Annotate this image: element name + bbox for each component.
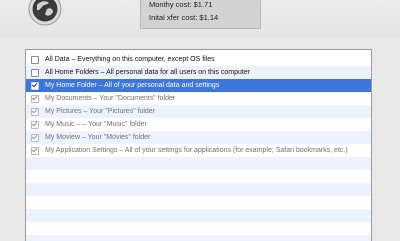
list-item[interactable]: All Data – Everything on this computer, … bbox=[26, 53, 371, 66]
list-item[interactable]: My Application Settings – All of your se… bbox=[26, 144, 371, 157]
list-item[interactable]: My Documents – Your "Documents" folder bbox=[26, 92, 371, 105]
list-item-label: All Data – Everything on this computer, … bbox=[45, 56, 215, 63]
list-item-label: My Documents – Your "Documents" folder bbox=[45, 95, 176, 102]
list-item-label: My Music – – Your "Music" folder bbox=[45, 121, 147, 128]
empty-row bbox=[26, 235, 371, 241]
empty-row bbox=[26, 209, 371, 222]
backup-selection-list[interactable]: All Data – Everything on this computer, … bbox=[25, 49, 372, 241]
checkbox[interactable] bbox=[31, 95, 39, 103]
list-item-label: My Moview – Your "Movies" folder bbox=[45, 134, 151, 141]
list-item[interactable]: My Moview – Your "Movies" folder bbox=[26, 131, 371, 144]
globe-icon bbox=[28, 0, 62, 26]
initial-cost-text: Inital xfer cost: $1.14 bbox=[149, 13, 219, 22]
list-item[interactable]: All Home Folders – All personal data for… bbox=[26, 66, 371, 79]
cost-summary-box: Monthy cost: $1.71 Inital xfer cost: $1.… bbox=[140, 0, 261, 29]
checkbox[interactable] bbox=[31, 56, 39, 64]
list-item[interactable]: My Music – – Your "Music" folder bbox=[26, 118, 371, 131]
checkbox[interactable] bbox=[31, 69, 39, 77]
list-item-label: My Application Settings – All of your se… bbox=[45, 147, 348, 154]
list-item-label: My Home Folder – All of your personal da… bbox=[45, 82, 220, 89]
list-item-selected[interactable]: My Home Folder – All of your personal da… bbox=[26, 79, 371, 92]
list-item[interactable]: My Pictures – Your "Pictures" folder bbox=[26, 105, 371, 118]
empty-row bbox=[26, 157, 371, 170]
toolbar-area: Monthy cost: $1.71 Inital xfer cost: $1.… bbox=[0, 0, 400, 38]
checkbox[interactable] bbox=[31, 147, 39, 155]
list-item-label: My Pictures – Your "Pictures" folder bbox=[45, 108, 156, 115]
empty-row bbox=[26, 183, 371, 196]
list-item-label: All Home Folders – All personal data for… bbox=[45, 69, 251, 76]
checkbox[interactable] bbox=[31, 134, 39, 142]
empty-row bbox=[26, 196, 371, 209]
empty-row bbox=[26, 222, 371, 235]
monthly-cost-text: Monthy cost: $1.71 bbox=[149, 0, 213, 9]
checkbox[interactable] bbox=[31, 121, 39, 129]
checkbox[interactable] bbox=[31, 82, 39, 90]
empty-row bbox=[26, 170, 371, 183]
checkbox[interactable] bbox=[31, 108, 39, 116]
